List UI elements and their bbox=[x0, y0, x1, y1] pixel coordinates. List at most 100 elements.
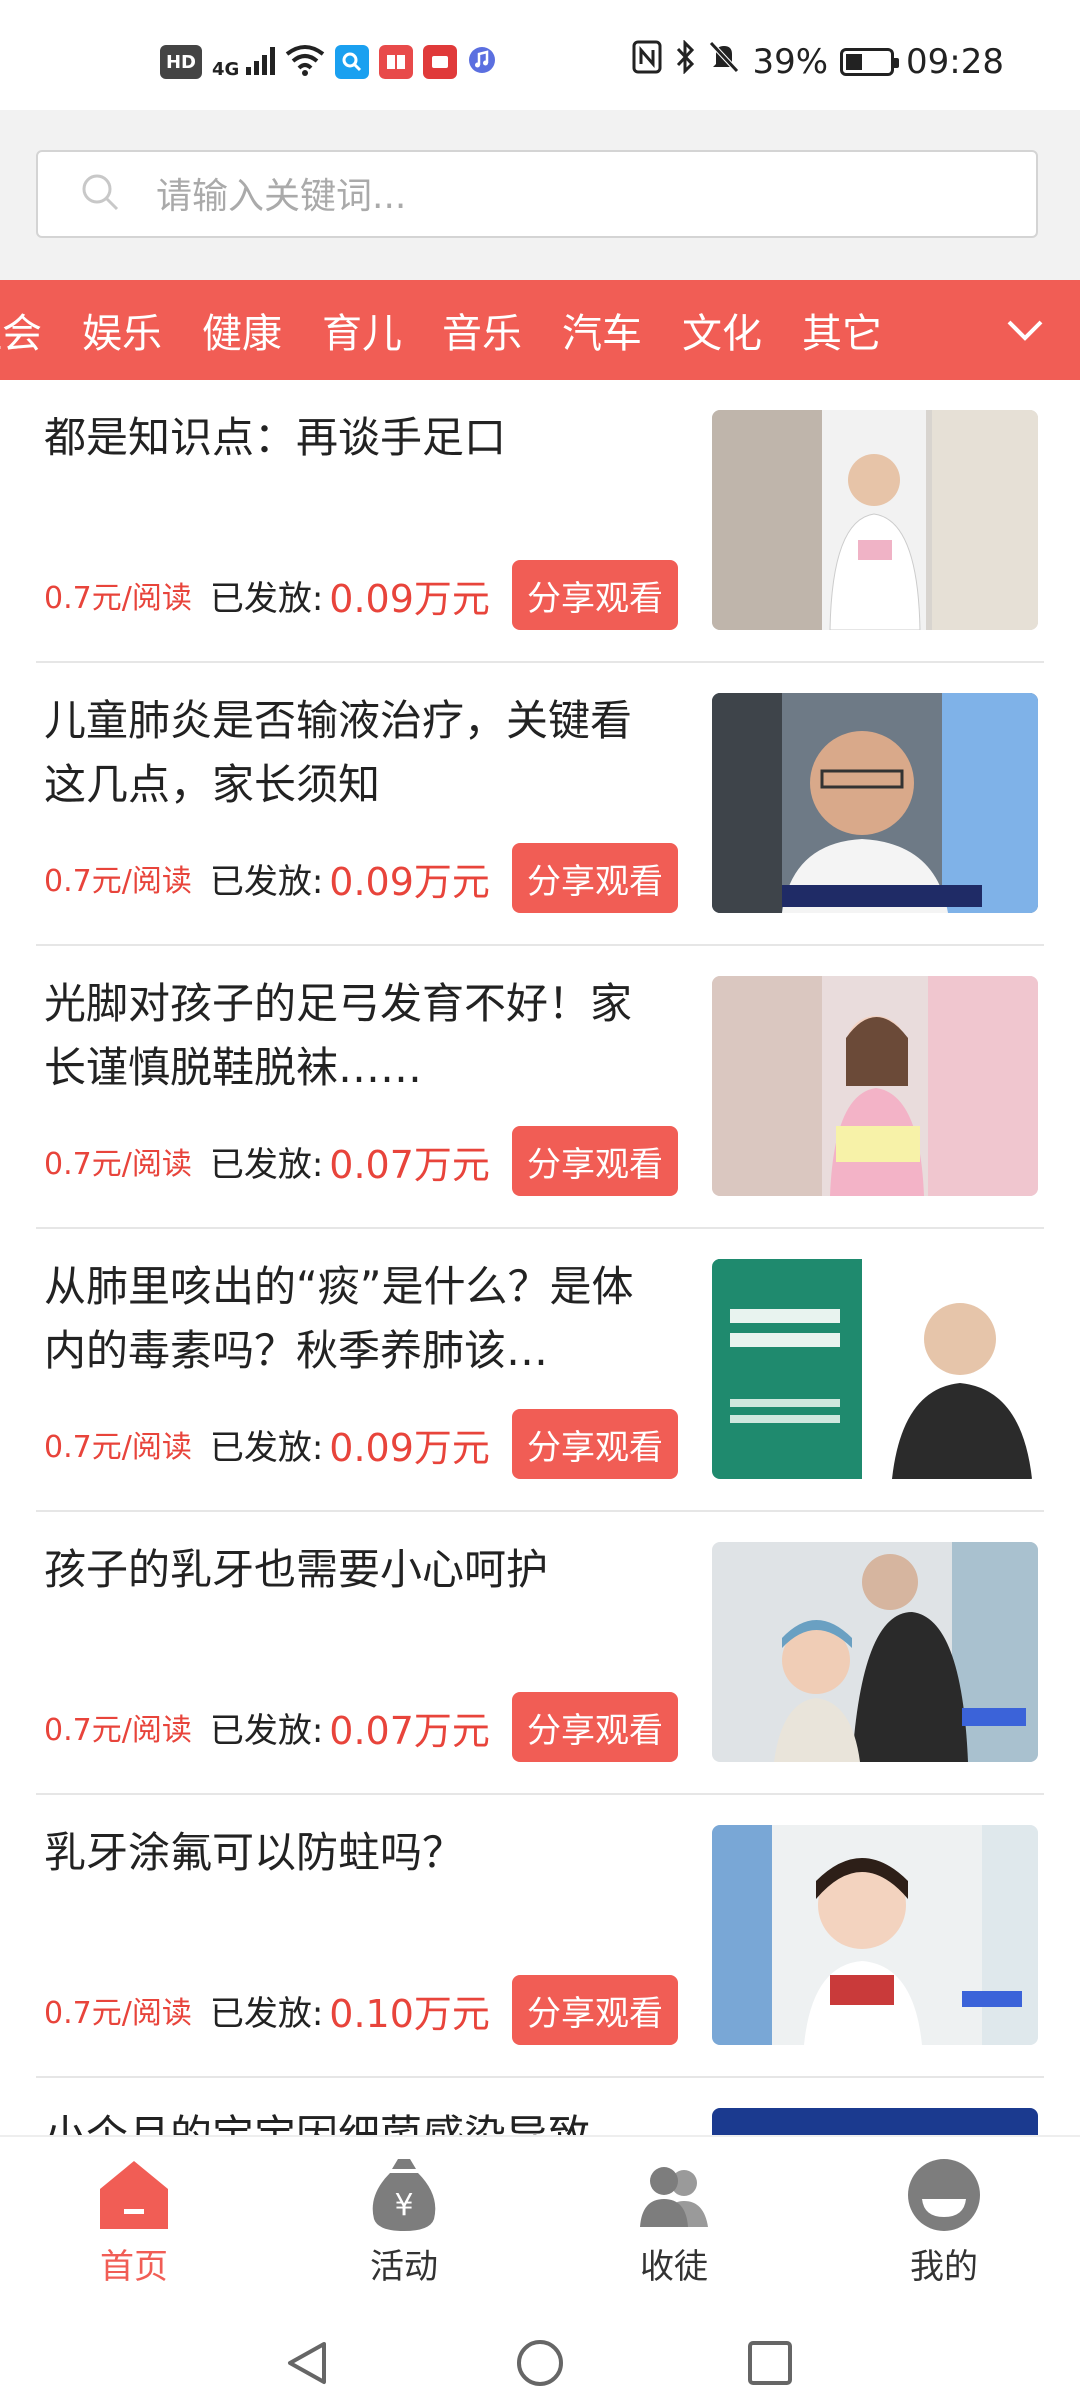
article-thumbnail[interactable] bbox=[712, 1259, 1038, 1479]
home-icon bbox=[100, 2161, 168, 2229]
article-title[interactable]: 乳牙涂氟可以防蛀吗？ bbox=[44, 1821, 664, 1885]
bluetooth-icon bbox=[674, 39, 696, 83]
back-icon[interactable] bbox=[282, 2338, 332, 2388]
article-thumbnail[interactable] bbox=[712, 976, 1038, 1196]
article-title[interactable]: 小个月的宝宝因细菌感染导致 bbox=[44, 2104, 664, 2135]
hd-icon: HD bbox=[160, 45, 202, 79]
category-tab[interactable]: 其它 bbox=[802, 301, 882, 359]
money-bag-icon: ¥ bbox=[372, 2159, 436, 2231]
category-bar: 社会娱乐健康育儿音乐汽车文化其它 bbox=[0, 280, 1080, 380]
share-watch-button[interactable]: 分享观看 bbox=[512, 1692, 678, 1762]
nav-activity[interactable]: ¥ 活动 bbox=[324, 2155, 484, 2288]
battery-percent: 39% bbox=[752, 41, 829, 82]
article-thumbnail[interactable] bbox=[712, 2108, 1038, 2135]
category-tab[interactable]: 健康 bbox=[202, 301, 282, 359]
search-icon bbox=[82, 174, 119, 211]
nav-home[interactable]: 首页 bbox=[54, 2155, 214, 2288]
share-watch-button[interactable]: 分享观看 bbox=[512, 1126, 678, 1196]
category-tab[interactable]: 汽车 bbox=[562, 301, 642, 359]
profile-icon bbox=[908, 2159, 980, 2231]
article-thumbnail[interactable] bbox=[712, 410, 1038, 630]
music-icon bbox=[467, 45, 497, 79]
recent-apps-icon[interactable] bbox=[745, 2338, 795, 2388]
share-watch-button[interactable]: 分享观看 bbox=[512, 843, 678, 913]
category-tab[interactable]: 育儿 bbox=[322, 301, 402, 359]
price-per-read: 0.7元/阅读 bbox=[44, 1713, 192, 1748]
issued-label: 已发放: bbox=[209, 1993, 324, 2034]
issued-amount: 0.07万元 bbox=[329, 1142, 490, 1187]
article-meta: 0.7元/阅读 已发放: 0.07万元 分享观看 bbox=[44, 1692, 694, 1762]
category-tab[interactable]: 娱乐 bbox=[82, 301, 162, 359]
chevron-down-icon[interactable] bbox=[970, 280, 1080, 380]
network-type-label: 4G bbox=[212, 58, 240, 80]
price-per-read: 0.7元/阅读 bbox=[44, 1996, 192, 2031]
nav-label-apprentice: 收徒 bbox=[640, 2247, 708, 2287]
article-meta: 0.7元/阅读 已发放: 0.09万元 分享观看 bbox=[44, 843, 694, 913]
nav-label-home: 首页 bbox=[100, 2247, 168, 2287]
article-meta: 0.7元/阅读 已发放: 0.10万元 分享观看 bbox=[44, 1975, 694, 2045]
article-thumbnail[interactable] bbox=[712, 1542, 1038, 1762]
bottom-nav: 首页 ¥ 活动 收徒 我的 bbox=[0, 2135, 1080, 2302]
category-tab[interactable]: 音乐 bbox=[442, 301, 522, 359]
nav-label-profile: 我的 bbox=[910, 2247, 978, 2287]
issued-amount: 0.09万元 bbox=[329, 576, 490, 621]
article-meta: 0.7元/阅读 已发放: 0.09万元 分享观看 bbox=[44, 1409, 694, 1479]
article-title[interactable]: 光脚对孩子的足弓发育不好！家长谨慎脱鞋脱袜…… bbox=[44, 972, 664, 1100]
issued-amount: 0.10万元 bbox=[329, 1991, 490, 2036]
price-per-read: 0.7元/阅读 bbox=[44, 1430, 192, 1465]
article-thumbnail[interactable] bbox=[712, 693, 1038, 913]
issued-label: 已发放: bbox=[209, 861, 324, 902]
category-tab[interactable]: 文化 bbox=[682, 301, 762, 359]
article-item[interactable]: 孩子的乳牙也需要小心呵护 0.7元/阅读 已发放: 0.07万元 分享观看 bbox=[36, 1512, 1044, 1795]
nav-label-activity: 活动 bbox=[370, 2247, 438, 2287]
search-area bbox=[0, 110, 1080, 280]
article-title[interactable]: 从肺里咳出的“痰”是什么？是体内的毒素吗？秋季养肺该… bbox=[44, 1255, 664, 1383]
article-thumbnail[interactable] bbox=[712, 1825, 1038, 2045]
nav-apprentice[interactable]: 收徒 bbox=[594, 2155, 754, 2288]
article-title[interactable]: 儿童肺炎是否输液治疗，关键看这几点，家长须知 bbox=[44, 689, 664, 817]
price-per-read: 0.7元/阅读 bbox=[44, 864, 192, 899]
status-left-icons: HD 4G bbox=[160, 44, 497, 80]
wifi-icon bbox=[285, 44, 325, 80]
issued-label: 已发放: bbox=[209, 1144, 324, 1185]
battery-icon bbox=[840, 47, 900, 76]
search-input[interactable] bbox=[154, 170, 1016, 222]
status-right-icons: 39% 09:28 bbox=[632, 39, 1004, 83]
category-list: 社会娱乐健康育儿音乐汽车文化其它 bbox=[0, 280, 922, 380]
article-item[interactable]: 都是知识点：再谈手足口 0.7元/阅读 已发放: 0.09万元 分享观看 bbox=[36, 380, 1044, 663]
price-per-read: 0.7元/阅读 bbox=[44, 1147, 192, 1182]
issued-amount: 0.09万元 bbox=[329, 859, 490, 904]
article-feed[interactable]: 都是知识点：再谈手足口 0.7元/阅读 已发放: 0.09万元 分享观看 儿童肺炎是否输液… bbox=[0, 380, 1080, 2135]
signal-4g-icon: 4G bbox=[212, 45, 275, 80]
article-item[interactable]: 小个月的宝宝因细菌感染导致 bbox=[36, 2078, 1044, 2135]
article-item[interactable]: 从肺里咳出的“痰”是什么？是体内的毒素吗？秋季养肺该… 0.7元/阅读 已发放: 0.… bbox=[36, 1229, 1044, 1512]
mute-icon bbox=[708, 40, 740, 83]
app-search-icon bbox=[334, 45, 369, 79]
issued-label: 已发放: bbox=[209, 1427, 324, 1468]
article-item[interactable]: 光脚对孩子的足弓发育不好！家长谨慎脱鞋脱袜…… 0.7元/阅读 已发放: 0.07万元… bbox=[36, 946, 1044, 1229]
app-reader-icon bbox=[378, 45, 413, 79]
svg-text:¥: ¥ bbox=[394, 2188, 413, 2223]
article-title[interactable]: 孩子的乳牙也需要小心呵护 bbox=[44, 1538, 664, 1602]
article-title[interactable]: 都是知识点：再谈手足口 bbox=[44, 406, 664, 470]
share-watch-button[interactable]: 分享观看 bbox=[512, 560, 678, 630]
price-per-read: 0.7元/阅读 bbox=[44, 581, 192, 616]
issued-label: 已发放: bbox=[209, 578, 324, 619]
article-item[interactable]: 乳牙涂氟可以防蛀吗？ 0.7元/阅读 已发放: 0.10万元 分享观看 bbox=[36, 1795, 1044, 2078]
search-box[interactable] bbox=[36, 150, 1038, 238]
nav-profile[interactable]: 我的 bbox=[864, 2155, 1024, 2288]
share-watch-button[interactable]: 分享观看 bbox=[512, 1975, 678, 2045]
home-circle-icon[interactable] bbox=[515, 2338, 565, 2388]
share-watch-button[interactable]: 分享观看 bbox=[512, 1409, 678, 1479]
issued-amount: 0.09万元 bbox=[329, 1425, 490, 1470]
users-icon bbox=[640, 2167, 708, 2227]
article-meta: 0.7元/阅读 已发放: 0.09万元 分享观看 bbox=[44, 560, 694, 630]
issued-amount: 0.07万元 bbox=[329, 1708, 490, 1753]
status-bar: HD 4G 39% 09:28 bbox=[0, 0, 1080, 110]
huawei-app-icon bbox=[422, 45, 457, 79]
article-item[interactable]: 儿童肺炎是否输液治疗，关键看这几点，家长须知 0.7元/阅读 已发放: 0.09万元分… bbox=[36, 663, 1044, 946]
article-meta: 0.7元/阅读 已发放: 0.07万元 分享观看 bbox=[44, 1126, 694, 1196]
issued-label: 已发放: bbox=[209, 1710, 324, 1751]
category-tab[interactable]: 社会 bbox=[0, 301, 42, 359]
system-nav-bar bbox=[0, 2300, 1080, 2400]
